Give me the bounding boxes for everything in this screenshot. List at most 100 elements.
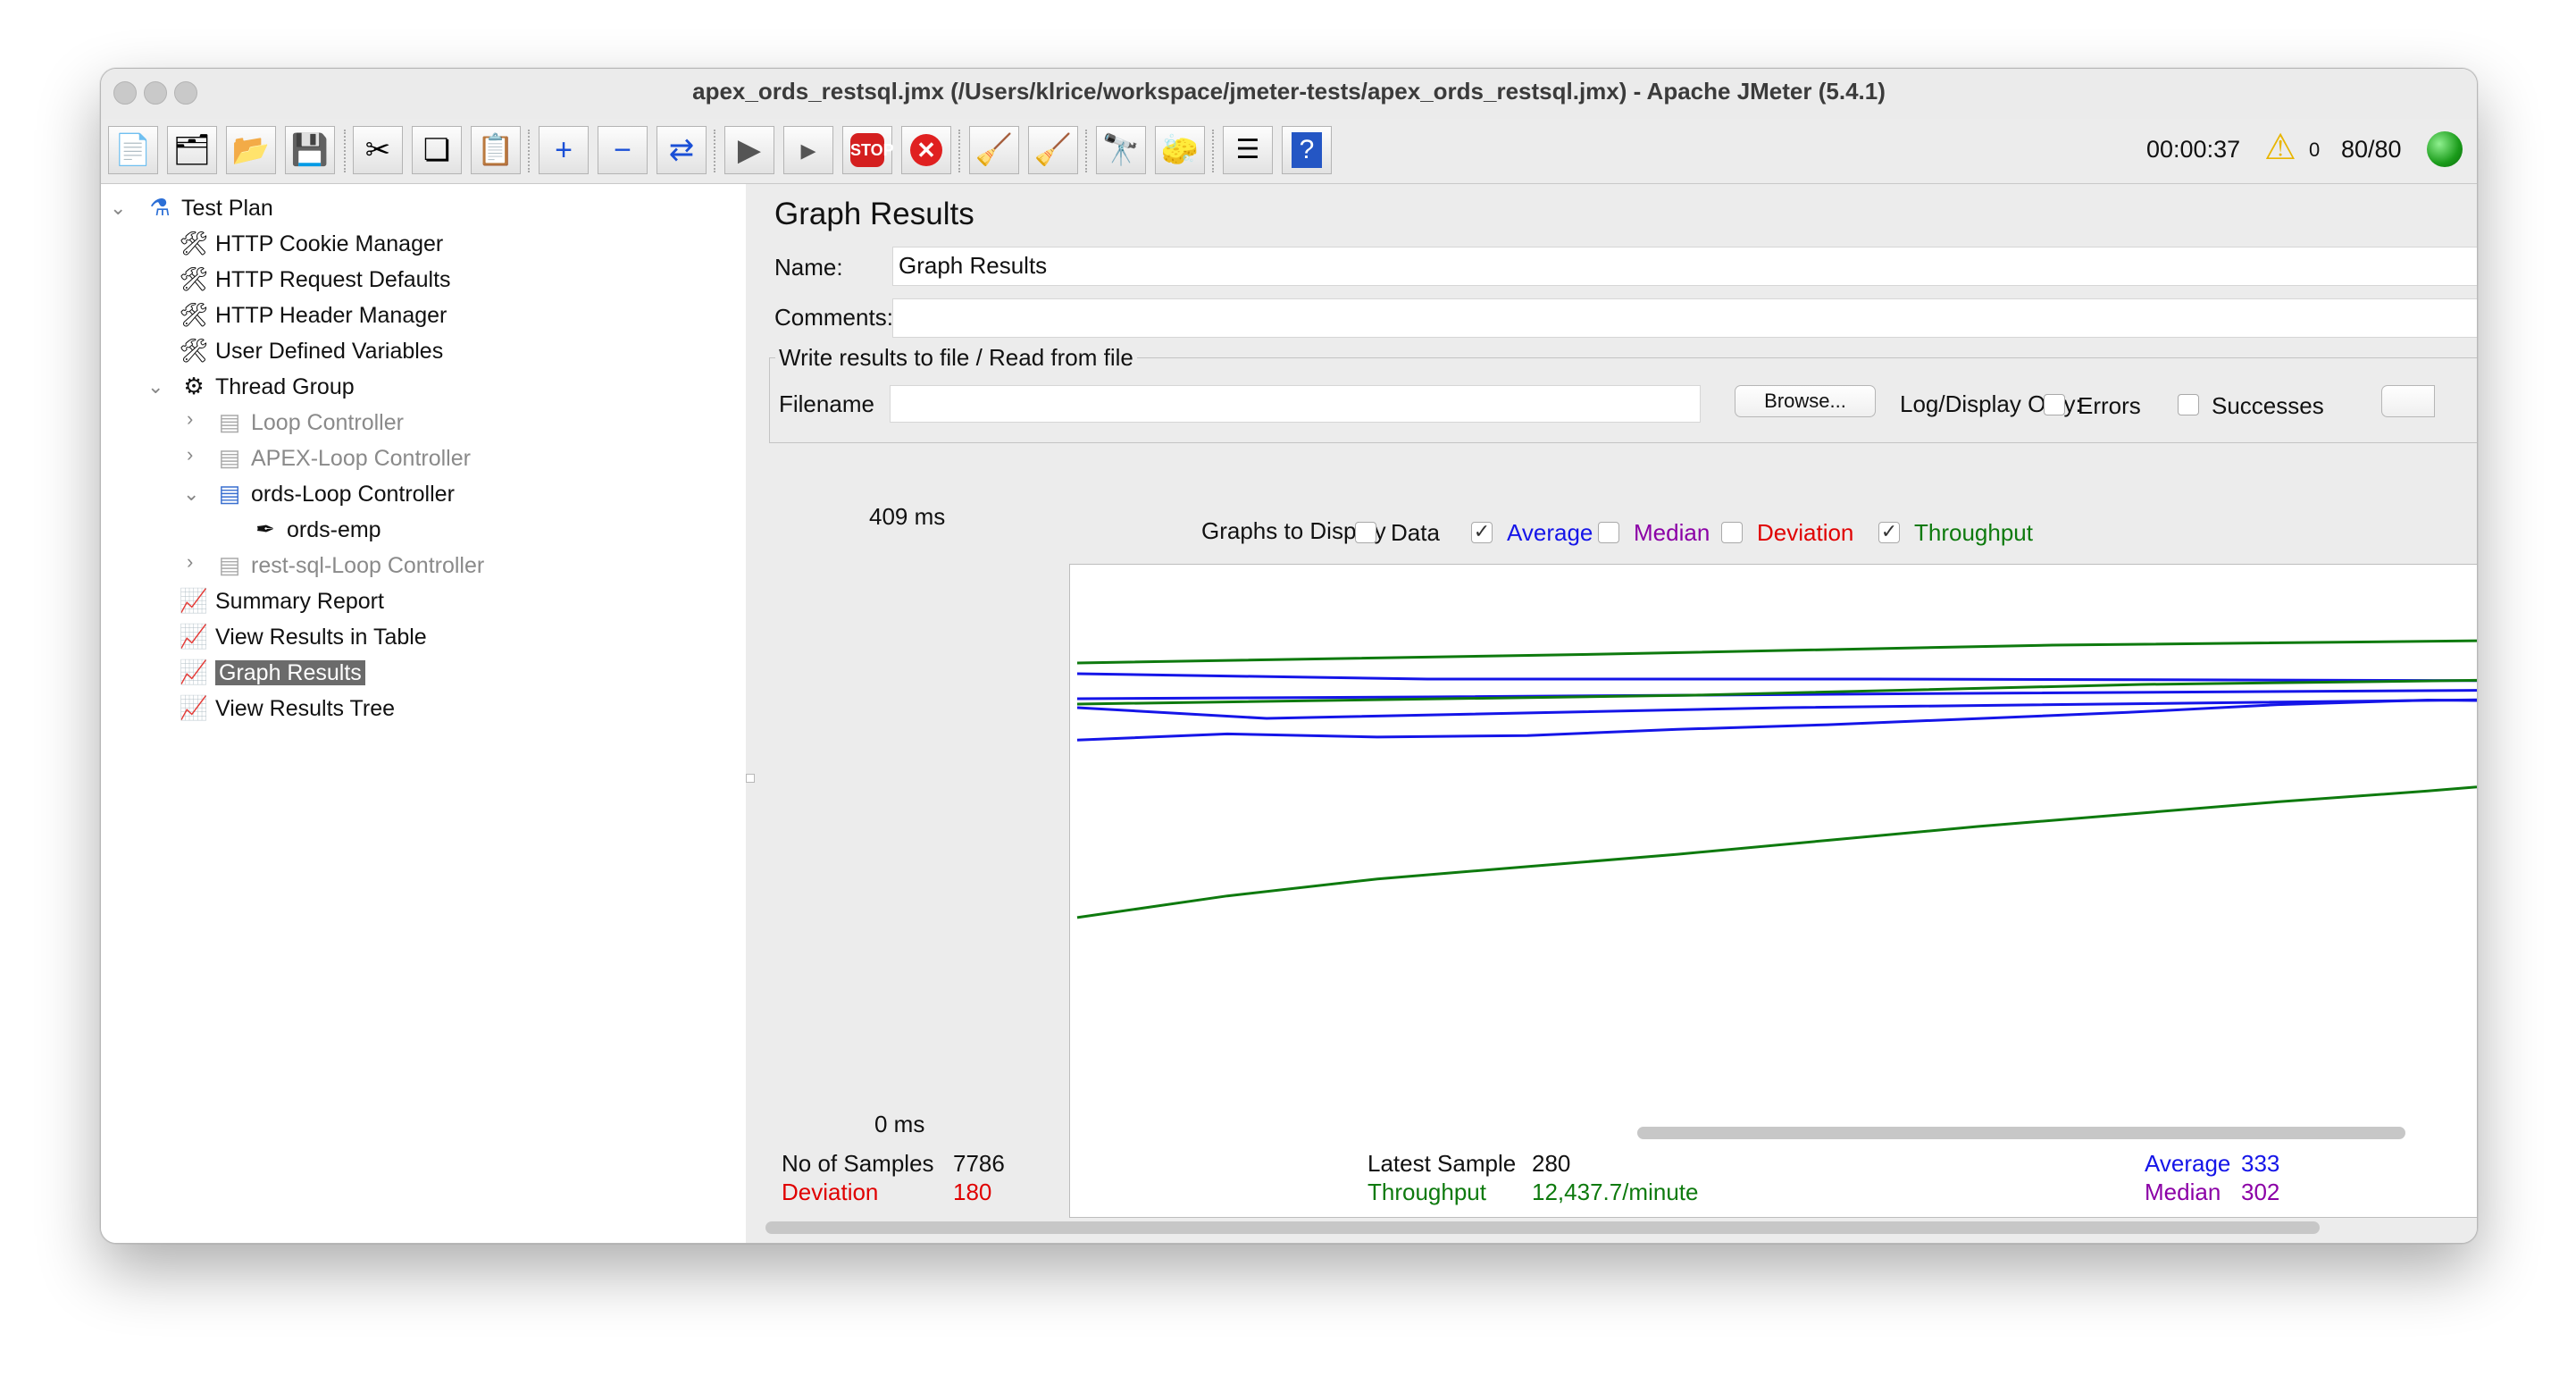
clear-icon[interactable]: 🧹: [969, 126, 1019, 174]
active-threads: 80/80: [2341, 136, 2402, 163]
save-icon[interactable]: 💾: [285, 126, 335, 174]
throughput-option-label: Throughput: [1914, 519, 2033, 546]
graph-horizontal-scrollbar[interactable]: [1637, 1127, 2405, 1139]
tree-item-ords-loop-controller[interactable]: ▤ ords-Loop Controller: [213, 476, 455, 510]
file-group-title: Write results to file / Read from file: [775, 344, 1137, 372]
average-checkbox[interactable]: ✓: [1471, 522, 1493, 543]
new-icon[interactable]: 📄: [108, 126, 158, 174]
test-plan-tree: ⌄ ⚗ Test Plan 🛠 HTTP Cookie Manager 🛠 HTTP …: [101, 184, 747, 1243]
chevron-right-icon[interactable]: ›: [187, 407, 193, 431]
errors-label: Errors: [2078, 392, 2141, 419]
controller-icon: ▤: [218, 444, 241, 471]
successes-checkbox[interactable]: [2178, 394, 2199, 415]
controller-icon: ▤: [218, 408, 241, 435]
data-option-label: Data: [1391, 519, 1440, 546]
throughput-checkbox[interactable]: ✓: [1878, 522, 1900, 543]
panel-horizontal-scrollbar[interactable]: [765, 1221, 2320, 1234]
tree-item-http-header-manager[interactable]: 🛠 HTTP Header Manager: [178, 298, 447, 331]
open-icon[interactable]: 📂: [226, 126, 276, 174]
chevron-right-icon[interactable]: ›: [187, 443, 193, 466]
chevron-right-icon[interactable]: ›: [187, 550, 193, 574]
controller-icon: ▤: [218, 551, 241, 578]
reset-search-icon[interactable]: 🧽: [1155, 126, 1205, 174]
comments-field[interactable]: [892, 298, 2477, 338]
start-no-pauses-icon[interactable]: ▸: [783, 126, 833, 174]
latest-sample-label: Latest Sample: [1367, 1150, 1517, 1177]
tree-item-rest-sql-loop-controller[interactable]: ▤ rest-sql-Loop Controller: [213, 548, 485, 582]
samples-value: 7786: [953, 1150, 1005, 1177]
wrench-icon: 🛠: [179, 265, 209, 292]
wrench-icon: 🛠: [179, 301, 209, 328]
tree-item-test-plan[interactable]: ⚗ Test Plan: [144, 190, 273, 224]
warning-icon[interactable]: ⚠: [2264, 130, 2296, 165]
graph-plot: [1076, 639, 2477, 919]
average-stat-value: 333: [2241, 1150, 2280, 1177]
file-group: Write results to file / Read from file F…: [769, 344, 2477, 443]
tree-item-view-results-in-table[interactable]: 📈 View Results in Table: [178, 619, 427, 653]
search-icon[interactable]: 🔭: [1096, 126, 1146, 174]
function-helper-icon[interactable]: ☰: [1223, 126, 1273, 174]
start-icon[interactable]: ▶: [724, 126, 774, 174]
tree-item-view-results-tree[interactable]: 📈 View Results Tree: [178, 691, 395, 725]
chart-icon: 📈: [179, 694, 209, 721]
split-pane-divider[interactable]: [746, 184, 755, 1243]
paste-icon[interactable]: 📋: [471, 126, 521, 174]
data-checkbox[interactable]: [1355, 522, 1376, 543]
chevron-down-icon[interactable]: ⌄: [147, 375, 163, 399]
collapse-icon[interactable]: −: [598, 126, 648, 174]
tree-item-loop-controller[interactable]: ▤ Loop Controller: [213, 405, 404, 439]
shutdown-icon[interactable]: ✕: [901, 126, 951, 174]
name-field[interactable]: Graph Results: [892, 247, 2477, 286]
median-stat-label: Median: [2145, 1179, 2221, 1205]
title-bar: apex_ords_restsql.jmx (/Users/klrice/wor…: [101, 69, 2477, 119]
tree-item-user-defined-variables[interactable]: 🛠 User Defined Variables: [178, 333, 443, 367]
average-option-label: Average: [1507, 519, 1593, 546]
chevron-down-icon[interactable]: ⌄: [183, 482, 199, 506]
tree-item-ords-emp[interactable]: ✒ ords-emp: [249, 512, 381, 546]
running-indicator-icon: [2427, 131, 2463, 167]
deviation-option-label: Deviation: [1757, 519, 1854, 546]
configure-button[interactable]: [2381, 385, 2435, 417]
clear-all-icon[interactable]: 🧹: [1028, 126, 1078, 174]
latest-sample-value: 280: [1532, 1150, 1571, 1177]
series-average-line: [1076, 698, 2477, 742]
chevron-down-icon[interactable]: ⌄: [110, 197, 126, 220]
previous-trace-line: [1076, 639, 2477, 665]
successes-label: Successes: [2212, 392, 2324, 419]
gear-icon: ⚙: [183, 373, 205, 399]
deviation-checkbox[interactable]: [1721, 522, 1743, 543]
jmeter-window: apex_ords_restsql.jmx (/Users/klrice/wor…: [100, 68, 2478, 1244]
expand-icon[interactable]: +: [539, 126, 589, 174]
y-axis-min-label: 0 ms: [874, 1111, 925, 1137]
errors-checkbox[interactable]: [2044, 394, 2065, 415]
tree-item-http-request-defaults[interactable]: 🛠 HTTP Request Defaults: [178, 262, 450, 296]
browse-button[interactable]: Browse...: [1735, 385, 1876, 417]
copy-icon[interactable]: ❏: [412, 126, 462, 174]
filename-label: Filename: [779, 390, 874, 417]
chart-icon: 📈: [179, 623, 209, 650]
cut-icon[interactable]: ✂: [353, 126, 403, 174]
chart-icon: 📈: [179, 587, 209, 614]
controller-icon: ▤: [218, 480, 241, 507]
median-stat-value: 302: [2241, 1179, 2280, 1205]
chart-icon: 📈: [179, 659, 209, 685]
average-stat-label: Average: [2145, 1150, 2231, 1177]
name-label: Name:: [774, 254, 843, 281]
tree-item-http-cookie-manager[interactable]: 🛠 HTTP Cookie Manager: [178, 226, 443, 260]
deviation-stat-value: 180: [953, 1179, 992, 1205]
stop-icon[interactable]: STOP: [842, 126, 894, 174]
tree-item-summary-report[interactable]: 📈 Summary Report: [178, 583, 384, 617]
tree-item-thread-group[interactable]: ⚙ Thread Group: [178, 369, 354, 403]
wrench-icon: 🛠: [179, 337, 209, 364]
elapsed-time: 00:00:37: [2146, 136, 2241, 163]
median-option-label: Median: [1634, 519, 1710, 546]
previous-trace-line: [1076, 672, 2477, 683]
tree-item-graph-results[interactable]: 📈 Graph Results: [178, 655, 365, 689]
comments-label: Comments:: [774, 304, 893, 331]
templates-icon[interactable]: 🗂: [167, 126, 217, 174]
median-checkbox[interactable]: [1598, 522, 1619, 543]
help-icon[interactable]: ?: [1282, 126, 1332, 174]
tree-item-apex-loop-controller[interactable]: ▤ APEX-Loop Controller: [213, 440, 471, 474]
filename-field[interactable]: [890, 385, 1701, 423]
toggle-icon[interactable]: ⇄: [657, 126, 707, 174]
